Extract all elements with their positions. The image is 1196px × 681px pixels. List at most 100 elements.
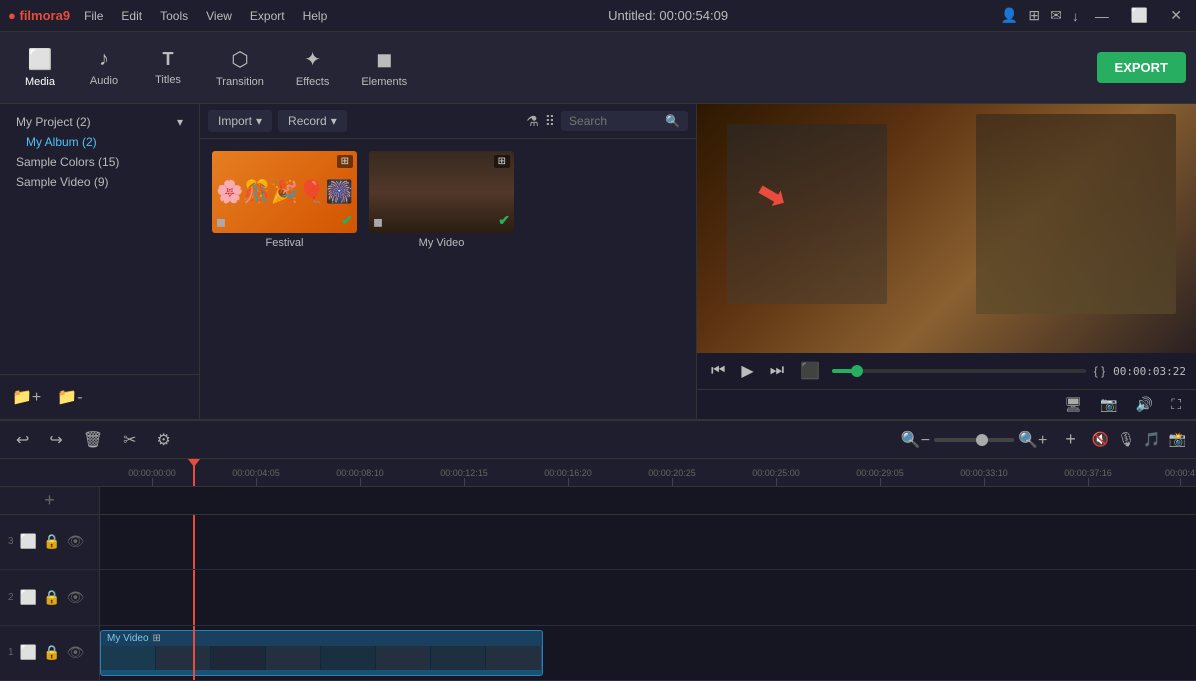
layout-icon[interactable]: ⊞ [1028, 7, 1040, 24]
track-content: My Video ⊞ [100, 487, 1196, 681]
preview-viewport: ➡ [697, 104, 1196, 353]
search-icon[interactable]: 🔍 [665, 114, 680, 128]
play-button[interactable]: ▶ [737, 359, 757, 383]
menu-view[interactable]: View [198, 7, 240, 25]
track-2-eye-icon[interactable]: 👁 [66, 589, 84, 606]
export-button[interactable]: EXPORT [1097, 52, 1186, 83]
video-clip-myvideo[interactable]: My Video ⊞ [100, 630, 543, 676]
braces-label: { } [1094, 364, 1105, 378]
titles-label: Titles [155, 74, 181, 86]
toolbar-titles[interactable]: T Titles [138, 43, 198, 92]
myvideo-check-icon: ✔ [498, 212, 510, 229]
track-2-number: 2 [8, 592, 14, 603]
mute-all-icon[interactable]: 🔇 [1092, 431, 1109, 448]
maximize-button[interactable]: ⬜ [1125, 5, 1154, 26]
redo-button[interactable]: ↪ [43, 427, 68, 453]
add-folder-button[interactable]: 📁+ [8, 383, 45, 411]
tree-item-myalbum[interactable]: My Album (2) [8, 132, 191, 152]
transition-label: Transition [216, 76, 264, 88]
zoom-slider[interactable] [934, 438, 1014, 442]
fast-forward-button[interactable]: ⏭ [766, 360, 788, 382]
progress-bar[interactable] [832, 369, 1086, 373]
zoom-control: 🔍− 🔍+ [901, 430, 1048, 450]
toolbar-audio[interactable]: ♪ Audio [74, 42, 134, 93]
cut-button[interactable]: ✂ [117, 427, 142, 453]
menu-tools[interactable]: Tools [152, 7, 196, 25]
timeline: ↩ ↪ 🗑 ✂ ⚙ 🔍− 🔍+ + 🔇 🎙 🎵 📸 00:00:00:00 00… [0, 419, 1196, 681]
track-lane-1: My Video ⊞ [100, 626, 1196, 681]
menu-help[interactable]: Help [295, 7, 336, 25]
remove-folder-button[interactable]: 📁- [53, 383, 86, 411]
toolbar-elements[interactable]: ◼ Elements [347, 41, 421, 94]
stop-button[interactable]: ⬛ [796, 359, 824, 383]
track-1-lock-icon[interactable]: 🔒 [43, 644, 60, 661]
project-panel: My Project (2) ▾ My Album (2) Sample Col… [0, 104, 200, 419]
media-grid: 🌸🎊🎉🎈🎆 ⊞ ◼ ✔ Festival ⊞ ◼ ✔ [200, 139, 696, 419]
grid-layout-icon[interactable]: ⠿ [545, 113, 555, 130]
fullscreen-icon[interactable]: ⛶ [1166, 394, 1186, 415]
ruler-mark-6: 00:00:25:00 [724, 468, 828, 486]
effects-icon: ✦ [304, 47, 321, 72]
mail-icon[interactable]: ✉ [1050, 7, 1062, 24]
close-button[interactable]: ✕ [1164, 5, 1188, 26]
filter-icon[interactable]: ⚗ [526, 113, 539, 130]
volume-icon[interactable]: 🔊 [1131, 394, 1158, 415]
import-button[interactable]: Import ▾ [208, 110, 272, 132]
window-title: Untitled: 00:00:54:09 [608, 8, 728, 23]
search-box: 🔍 [561, 111, 688, 131]
undo-button[interactable]: ↩ [10, 427, 35, 453]
track-2-icon: ⬜ [20, 589, 37, 606]
zoom-thumb [976, 434, 988, 446]
rewind-button[interactable]: ⏮ [707, 360, 729, 382]
playhead[interactable] [193, 459, 195, 486]
record-chevron-icon: ▾ [331, 114, 337, 128]
track-headers: + 3 ⬜ 🔒 👁 2 ⬜ 🔒 👁 1 ⬜ 🔒 👁 [0, 487, 100, 681]
toolbar-media[interactable]: ⬜ Media [10, 41, 70, 94]
zoom-out-icon[interactable]: 🔍− [901, 430, 930, 450]
download-icon[interactable]: ↓ [1072, 8, 1079, 24]
record-button[interactable]: Record ▾ [278, 110, 347, 132]
track-3-lock-icon[interactable]: 🔒 [43, 533, 60, 550]
tree-item-samplevideo[interactable]: Sample Video (9) [8, 172, 191, 192]
add-media-button[interactable]: + [44, 490, 55, 511]
snapshot-icon[interactable]: 📸 [1169, 431, 1186, 448]
account-icon[interactable]: 👤 [1001, 7, 1018, 24]
record-audio-icon[interactable]: 🎙 [1117, 431, 1135, 448]
add-track-button[interactable]: + [1065, 429, 1076, 450]
track-3-eye-icon[interactable]: 👁 [66, 533, 84, 550]
audio-label: Audio [90, 75, 118, 87]
mix-audio-icon[interactable]: 🎵 [1143, 431, 1160, 448]
delete-button[interactable]: 🗑 [77, 427, 109, 453]
festival-check-icon: ✔ [341, 212, 353, 229]
menu-edit[interactable]: Edit [113, 7, 150, 25]
ruler-mark-1: 00:00:04:05 [204, 468, 308, 486]
preview-timecode: 00:00:03:22 [1113, 365, 1186, 378]
app-logo: ● filmora9 [8, 8, 70, 23]
media-item-festival[interactable]: 🌸🎊🎉🎈🎆 ⊞ ◼ ✔ Festival [212, 151, 357, 249]
tree-item-myproject[interactable]: My Project (2) ▾ [8, 112, 191, 132]
adjust-button[interactable]: ⚙ [151, 427, 177, 453]
track-spacer [100, 487, 1196, 515]
monitor-icon[interactable]: 🖥 [1060, 394, 1088, 415]
minimize-button[interactable]: — [1089, 6, 1115, 26]
ruler-mark-2: 00:00:08:10 [308, 468, 412, 486]
menu-file[interactable]: File [76, 7, 111, 25]
tree-item-samplecolors[interactable]: Sample Colors (15) [8, 152, 191, 172]
search-input[interactable] [569, 114, 659, 128]
clip-label: My Video [107, 633, 149, 644]
zoom-in-icon[interactable]: 🔍+ [1018, 430, 1047, 450]
menu-export[interactable]: Export [242, 7, 293, 25]
main-toolbar: ⬜ Media ♪ Audio T Titles ⬡ Transition ✦ … [0, 32, 1196, 104]
media-item-myvideo[interactable]: ⊞ ◼ ✔ My Video [369, 151, 514, 249]
festival-badge: ⊞ [337, 155, 353, 168]
titles-icon: T [163, 49, 174, 70]
toolbar-transition[interactable]: ⬡ Transition [202, 41, 278, 94]
camera-icon[interactable]: 📷 [1095, 394, 1122, 415]
track-2-lock-icon[interactable]: 🔒 [43, 589, 60, 606]
toolbar-effects[interactable]: ✦ Effects [282, 41, 343, 94]
clip-icon: ⊞ [153, 633, 161, 644]
track-1-eye-icon[interactable]: 👁 [66, 644, 84, 661]
timeline-ruler: 00:00:00:00 00:00:04:05 00:00:08:10 00:0… [0, 459, 1196, 487]
track-3-number: 3 [8, 536, 14, 547]
track-lane-2 [100, 570, 1196, 625]
